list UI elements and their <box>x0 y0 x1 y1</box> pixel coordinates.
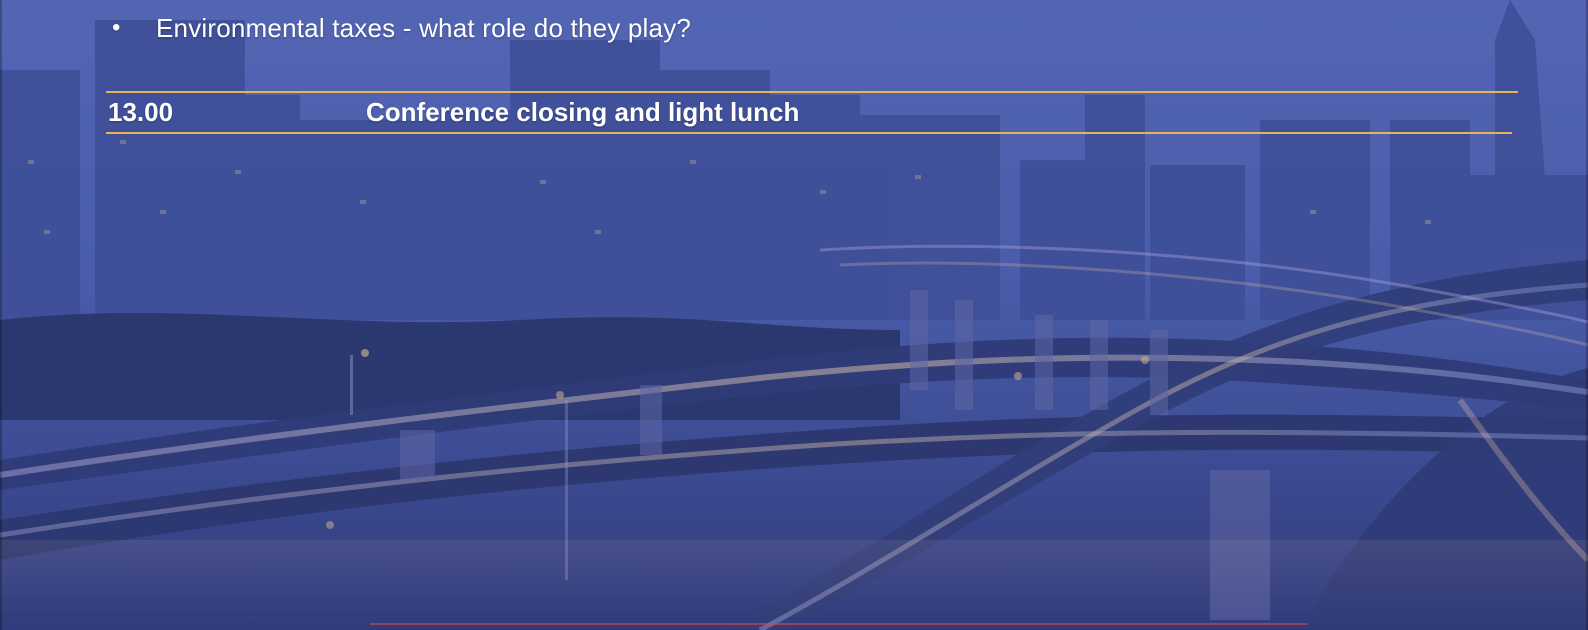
agenda-item-title: Conference closing and light lunch <box>366 96 800 127</box>
left-edge <box>0 0 2 630</box>
bullet-icon: • <box>112 14 121 41</box>
agenda-bullet-text: Environmental taxes - what role do they … <box>156 12 692 43</box>
agenda-top-rule <box>106 91 1518 93</box>
agenda-row: 13.00 Conference closing and light lunch <box>108 95 799 129</box>
agenda-time: 13.00 <box>108 96 174 127</box>
agenda-bullet-row: • Environmental taxes - what role do the… <box>112 10 691 46</box>
bottom-accent-line <box>370 623 1308 625</box>
agenda-bottom-rule <box>106 132 1512 134</box>
